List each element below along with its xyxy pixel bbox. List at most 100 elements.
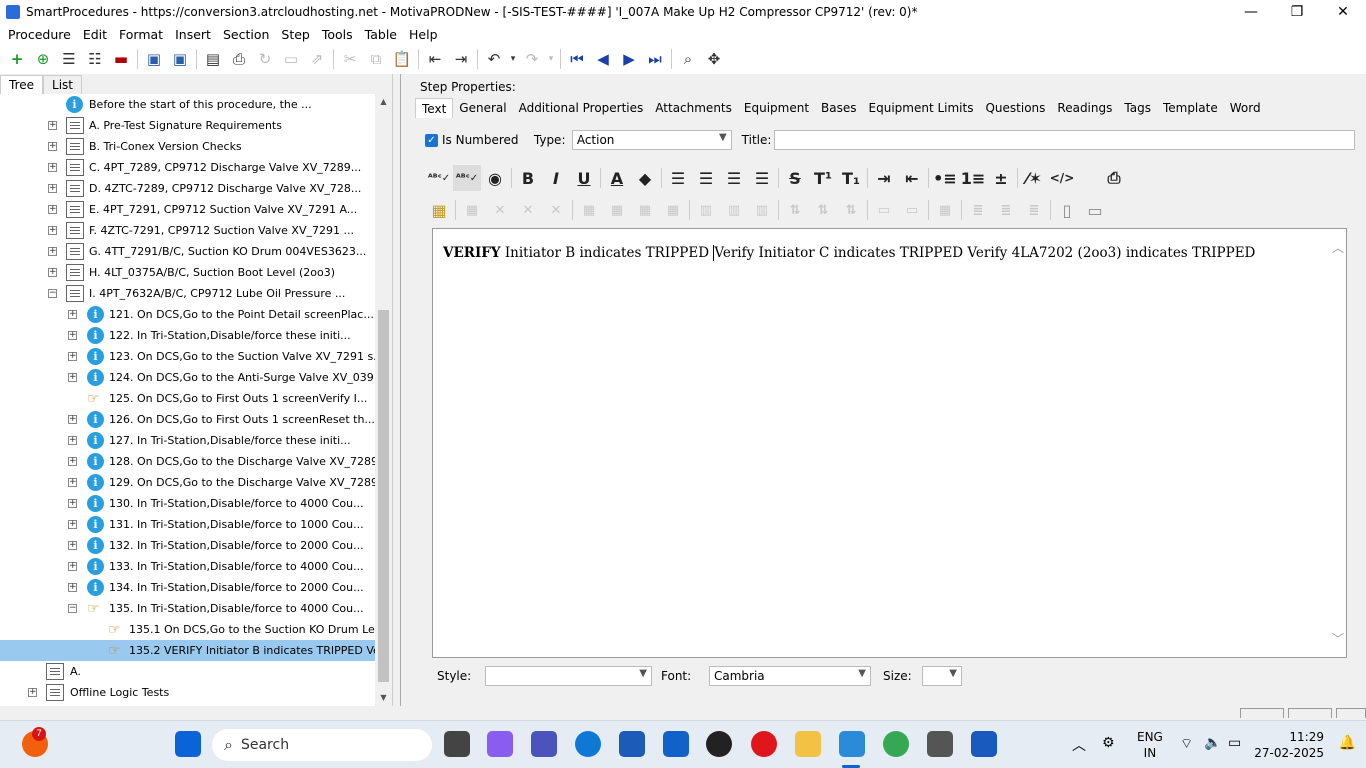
print-icon[interactable]: ⎙ <box>226 47 252 71</box>
indent-decrease-icon[interactable]: ⇤ <box>898 165 926 191</box>
tab-equipment-limits[interactable]: Equipment Limits <box>863 98 980 118</box>
expand-icon[interactable]: + <box>68 478 77 487</box>
window-icon[interactable]: ▭ <box>278 47 304 71</box>
store-icon[interactable] <box>619 731 645 757</box>
maximize-button[interactable]: ❐ <box>1274 0 1320 24</box>
save-icon[interactable]: ▣ <box>167 47 193 71</box>
is-numbered-checkbox[interactable]: ✓ <box>425 133 438 147</box>
list-alt-icon[interactable]: ☷ <box>82 47 108 71</box>
expand-icon[interactable]: + <box>68 436 77 445</box>
tree-row[interactable]: i Before the start of this procedure, the… <box>0 94 375 115</box>
expand-icon[interactable]: + <box>48 268 57 277</box>
menu-section[interactable]: Section <box>217 27 275 42</box>
collapse-icon[interactable]: − <box>48 289 57 298</box>
paste-icon[interactable]: 📋 <box>389 47 415 71</box>
file-explorer-icon[interactable] <box>795 731 821 757</box>
last-icon[interactable]: ⏭ <box>642 47 668 71</box>
expand-icon[interactable]: + <box>68 415 77 424</box>
tree-row[interactable]: + i 130. In Tri-Station,Disable/force to 4… <box>0 493 375 514</box>
table-tool-22-icon[interactable]: ▭ <box>1081 197 1109 223</box>
table-tool-17-icon[interactable]: ▦ <box>931 197 959 223</box>
tree-row[interactable]: ☞ 135.2 VERIFY Initiator B indicates TRIP… <box>0 640 375 661</box>
table-tool-10-icon[interactable]: ▥ <box>720 197 748 223</box>
expand-icon[interactable]: + <box>48 247 57 256</box>
expand-icon[interactable]: + <box>68 331 77 340</box>
table-tool-19-icon[interactable]: ≣ <box>992 197 1020 223</box>
taskbar-search[interactable]: ⌕ Search <box>212 729 432 761</box>
strikethrough-icon[interactable]: S <box>781 165 809 191</box>
table-tool-8-icon[interactable]: ▦ <box>659 197 687 223</box>
table-tool-2-icon[interactable]: ✕ <box>486 197 514 223</box>
tree-row[interactable]: − I. 4PT_7632A/B/C, CP9712 Lube Oil Press… <box>0 283 375 304</box>
chevron-up-icon[interactable]: ︿ <box>1072 735 1086 755</box>
close-button[interactable]: ✕ <box>1320 0 1366 24</box>
highlight-icon[interactable]: ◆ <box>631 165 659 191</box>
italic-icon[interactable]: I <box>542 165 570 191</box>
expand-icon[interactable]: + <box>68 520 77 529</box>
expand-icon[interactable]: + <box>48 163 57 172</box>
insert-table-icon[interactable]: ▦ <box>425 197 453 223</box>
table-tool-3-icon[interactable]: ✕ <box>514 197 542 223</box>
edge-icon[interactable] <box>575 731 601 757</box>
tree-row[interactable]: − ☞ 135. In Tri-Station,Disable/force to 4… <box>0 598 375 619</box>
tab-questions[interactable]: Questions <box>979 98 1051 118</box>
expand-icon[interactable]: + <box>68 562 77 571</box>
tab-equipment[interactable]: Equipment <box>738 98 815 118</box>
scroll-up-icon[interactable]: ▲ <box>375 94 392 110</box>
size-select[interactable]: ▼ <box>922 666 962 686</box>
export-icon[interactable]: ⇗ <box>304 47 330 71</box>
move-icon[interactable]: ✥ <box>701 47 727 71</box>
indent-increase-icon[interactable]: ⇥ <box>870 165 898 191</box>
print-icon[interactable]: ⎙ <box>1100 165 1128 191</box>
expand-icon[interactable]: + <box>68 457 77 466</box>
menu-help[interactable]: Help <box>403 27 444 42</box>
indent-icon[interactable]: ⇥ <box>448 47 474 71</box>
expand-icon[interactable]: + <box>68 373 77 382</box>
tree-row[interactable]: + i 134. In Tri-Station,Disable/force to 2… <box>0 577 375 598</box>
tab-bases[interactable]: Bases <box>815 98 862 118</box>
thesaurus-icon[interactable]: ◉ <box>481 165 509 191</box>
numbered-list-icon[interactable]: 1≡ <box>959 165 987 191</box>
tree-row[interactable]: + Offline Logic Tests <box>0 682 375 703</box>
table-tool-14-icon[interactable]: ⇅ <box>837 197 865 223</box>
tab-template[interactable]: Template <box>1157 98 1224 118</box>
language-indicator[interactable]: ENG IN <box>1137 729 1163 761</box>
tab-list[interactable]: List <box>43 75 82 94</box>
save-all-icon[interactable]: ▣ <box>141 47 167 71</box>
title-input[interactable] <box>773 130 1355 150</box>
menu-tools[interactable]: Tools <box>316 27 359 42</box>
refresh-icon[interactable]: ↻ <box>252 47 278 71</box>
align-right-icon[interactable]: ☰ <box>720 165 748 191</box>
tree-row[interactable]: + A. Pre-Test Signature Requirements <box>0 115 375 136</box>
html-source-icon[interactable]: </> <box>1048 165 1076 191</box>
expand-icon[interactable]: + <box>48 205 57 214</box>
tree-row[interactable]: + B. Tri-Conex Version Checks <box>0 136 375 157</box>
subscript-icon[interactable]: T₁ <box>837 165 865 191</box>
notifications-icon[interactable]: 🔔 <box>1339 735 1356 751</box>
step-text-editor[interactable]: VERIFY Initiator B indicates TRIPPED Ver… <box>432 228 1347 658</box>
magic-wand-icon[interactable]: ⁄✶ <box>1020 165 1048 191</box>
tree-row[interactable]: ☞ 135.1 On DCS,Go to the Suction KO Drum … <box>0 619 375 640</box>
copy-icon[interactable]: ⧉ <box>363 47 389 71</box>
table-tool-13-icon[interactable]: ⇅ <box>809 197 837 223</box>
volume-icon[interactable]: 🔈 <box>1204 735 1221 751</box>
tab-tags[interactable]: Tags <box>1118 98 1157 118</box>
expand-icon[interactable]: + <box>68 583 77 592</box>
table-tool-1-icon[interactable]: ▦ <box>458 197 486 223</box>
dell-icon[interactable] <box>706 731 732 757</box>
table-tool-6-icon[interactable]: ▦ <box>603 197 631 223</box>
menu-table[interactable]: Table <box>359 27 403 42</box>
collapse-icon[interactable]: − <box>68 604 77 613</box>
user-app-icon[interactable] <box>927 731 953 757</box>
table-tool-15-icon[interactable]: ▭ <box>870 197 898 223</box>
scroll-down-icon[interactable]: ▼ <box>375 690 392 706</box>
tree-row[interactable]: + i 124. On DCS,Go to the Anti-Surge Valve… <box>0 367 375 388</box>
align-left-icon[interactable]: ☰ <box>664 165 692 191</box>
expand-icon[interactable]: + <box>68 352 77 361</box>
remote-icon[interactable] <box>663 731 689 757</box>
type-select[interactable]: Action ▼ <box>571 130 732 150</box>
clock[interactable]: 11:29 27-02-2025 <box>1254 729 1324 761</box>
menu-edit[interactable]: Edit <box>77 27 113 42</box>
start-icon[interactable] <box>175 731 201 757</box>
menu-format[interactable]: Format <box>113 27 169 42</box>
